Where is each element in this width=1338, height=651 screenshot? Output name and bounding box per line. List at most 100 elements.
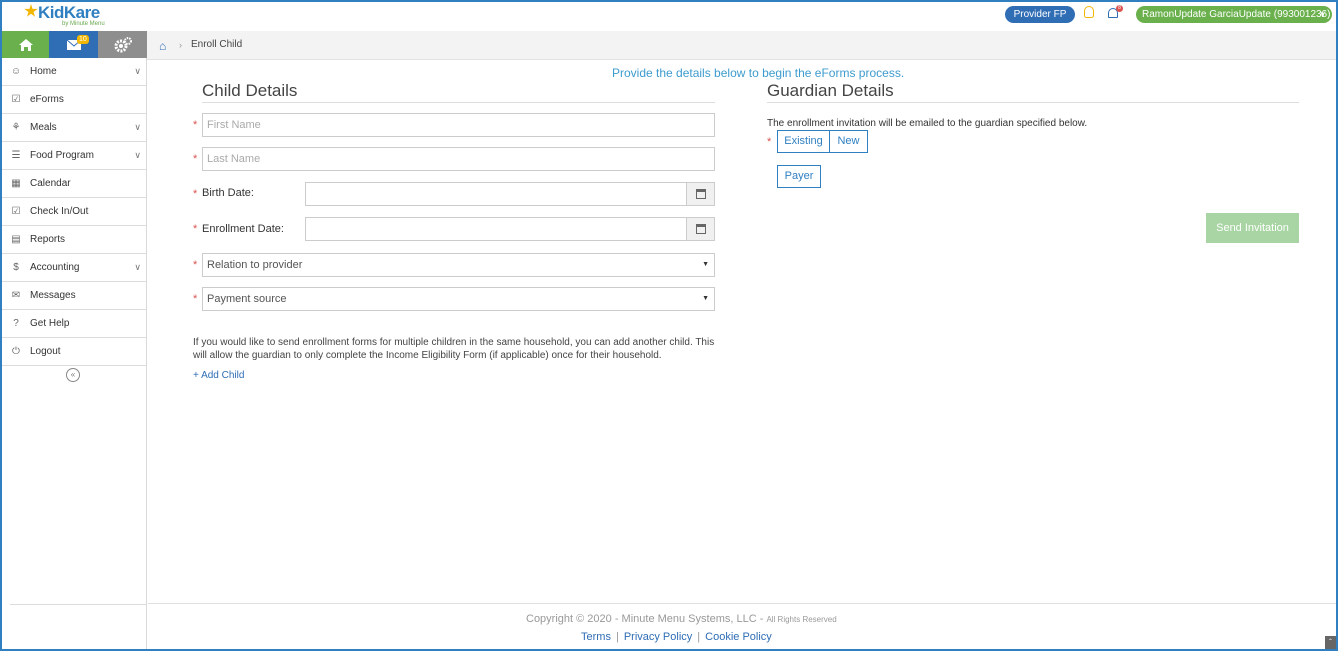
gear-icon [114,36,132,52]
enrollment-date-input[interactable] [305,217,715,241]
caret-down-icon: ▼ [702,261,709,268]
sidebar-item-label: Check In/Out [30,206,89,217]
child-details-divider [202,102,715,103]
birth-date-input[interactable] [305,182,715,206]
enrollment-date-picker-button[interactable] [686,218,714,240]
quick-mail-button[interactable]: 10 [49,31,98,58]
required-marker: * [767,136,772,148]
provider-button[interactable]: Provider FP [1005,6,1075,23]
top-bar: KidKare by Minute Menu Provider FP 8 Ram… [0,0,1338,31]
chevron-down-icon: ∨ [134,262,141,272]
send-invitation-button[interactable]: Send Invitation [1206,213,1299,243]
new-guardian-button[interactable]: New [829,130,868,153]
checkbox-icon: ☑ [11,93,21,105]
add-child-link[interactable]: + Add Child [193,370,244,381]
multiple-children-help: If you would like to send enrollment for… [193,337,715,361]
power-icon: ⏻ [12,345,20,357]
birth-date-picker-button[interactable] [686,183,714,205]
breadcrumb-current: Enroll Child [191,39,243,50]
sidebar-item-reports[interactable]: ▤ Reports [2,226,146,254]
sidebar-nav: ☺ Home ∨ ☑ eForms ⚘ Meals ∨ ☰ Food Progr… [2,58,146,366]
sidebar-item-logout[interactable]: ⏻ Logout [2,338,146,366]
last-name-input[interactable]: Last Name [202,147,715,171]
sidebar-item-label: Accounting [30,262,80,273]
child-details-title: Child Details [202,81,298,100]
sidebar-item-label: eForms [30,94,64,105]
terms-link[interactable]: Terms [581,631,611,643]
list-icon: ☰ [11,149,21,161]
logo-tagline: by Minute Menu [62,21,105,27]
required-marker: * [193,153,198,165]
notifications-badge: 8 [1116,5,1123,12]
sidebar-item-food-program[interactable]: ☰ Food Program ∨ [2,142,146,170]
enrollment-date-label: Enrollment Date: [202,223,284,235]
relation-select[interactable]: Relation to provider ▼ [202,253,715,277]
mail-badge: 10 [77,35,89,44]
envelope-icon: ✉ [11,289,21,301]
quick-actions: 10 [2,31,147,58]
sidebar-item-label: Messages [30,290,76,301]
guardian-details-divider [767,102,1299,103]
sidebar-item-meals[interactable]: ⚘ Meals ∨ [2,114,146,142]
users-icon: ☺ [10,65,22,77]
sidebar-item-check-in-out[interactable]: ☑ Check In/Out [2,198,146,226]
home-icon[interactable]: ⌂ [159,39,166,53]
sidebar-item-home[interactable]: ☺ Home ∨ [2,58,146,86]
sidebar-item-get-help[interactable]: ? Get Help [2,310,146,338]
logo-star-icon [24,4,38,17]
caret-down-icon: ▼ [702,295,709,302]
lightbulb-icon[interactable] [1084,6,1094,18]
calendar-icon [696,224,706,234]
chevron-down-icon: ∨ [134,122,141,132]
sidebar-item-label: Get Help [30,318,70,329]
chevron-down-icon: ∨ [134,150,141,160]
notifications-button[interactable]: 8 [1107,5,1123,19]
required-marker: * [193,293,198,305]
chevron-down-icon: ∨ [134,66,141,76]
user-menu-button[interactable]: RamonUpdate GarciaUpdate (993001236) ∨ [1136,6,1332,23]
calendar-icon: ▦ [11,177,21,189]
birth-date-label: Birth Date: [202,187,254,199]
calendar-icon [696,189,706,199]
sidebar-item-label: Food Program [30,150,94,161]
kidkare-logo[interactable]: KidKare by Minute Menu [24,2,114,28]
relation-select-value: Relation to provider [207,259,303,271]
sidebar-item-label: Home [30,66,57,77]
cookie-policy-link[interactable]: Cookie Policy [705,631,772,643]
sidebar: 10 ☺ Home ∨ ☑ eForms ⚘ Meals ∨ ☰ Food Pr… [0,31,147,651]
copyright: Copyright © 2020 - Minute Menu Systems, … [526,613,837,625]
link-separator: | [615,631,619,643]
quick-settings-button[interactable] [98,31,147,58]
footer-divider [148,603,1336,604]
link-separator: | [697,631,701,643]
sidebar-item-eforms[interactable]: ☑ eForms [2,86,146,114]
breadcrumb: ⌂ › Enroll Child [147,31,1336,60]
copyright-text: Copyright © 2020 - Minute Menu Systems, … [526,613,764,625]
sidebar-item-label: Calendar [30,178,71,189]
sidebar-item-accounting[interactable]: $ Accounting ∨ [2,254,146,282]
question-icon: ? [13,317,19,329]
privacy-policy-link[interactable]: Privacy Policy [624,631,692,643]
required-marker: * [193,259,198,271]
sidebar-item-calendar[interactable]: ▦ Calendar [2,170,146,198]
user-name: RamonUpdate GarciaUpdate (993001236) [1142,9,1331,20]
home-icon [18,38,33,51]
sidebar-item-label: Logout [30,346,61,357]
window-frame [0,0,1338,651]
required-marker: * [193,188,198,200]
breadcrumb-separator: › [179,40,182,50]
scroll-to-top-button[interactable]: ˆ [1325,636,1336,649]
payer-button[interactable]: Payer [777,165,821,188]
first-name-input[interactable]: First Name [202,113,715,137]
chevron-down-icon: ∨ [1319,9,1326,19]
quick-home-button[interactable] [2,31,49,58]
dollar-icon: $ [13,261,19,273]
collapse-sidebar-button[interactable]: « [66,368,80,382]
logo-text: KidKare [38,3,100,22]
footer-links: Terms | Privacy Policy | Cookie Policy [581,631,772,643]
existing-guardian-button[interactable]: Existing [777,130,830,153]
intro-text: Provide the details below to begin the e… [612,66,905,80]
sidebar-item-messages[interactable]: ✉ Messages [2,282,146,310]
payment-source-select[interactable]: Payment source ▼ [202,287,715,311]
sidebar-item-label: Meals [30,122,57,133]
